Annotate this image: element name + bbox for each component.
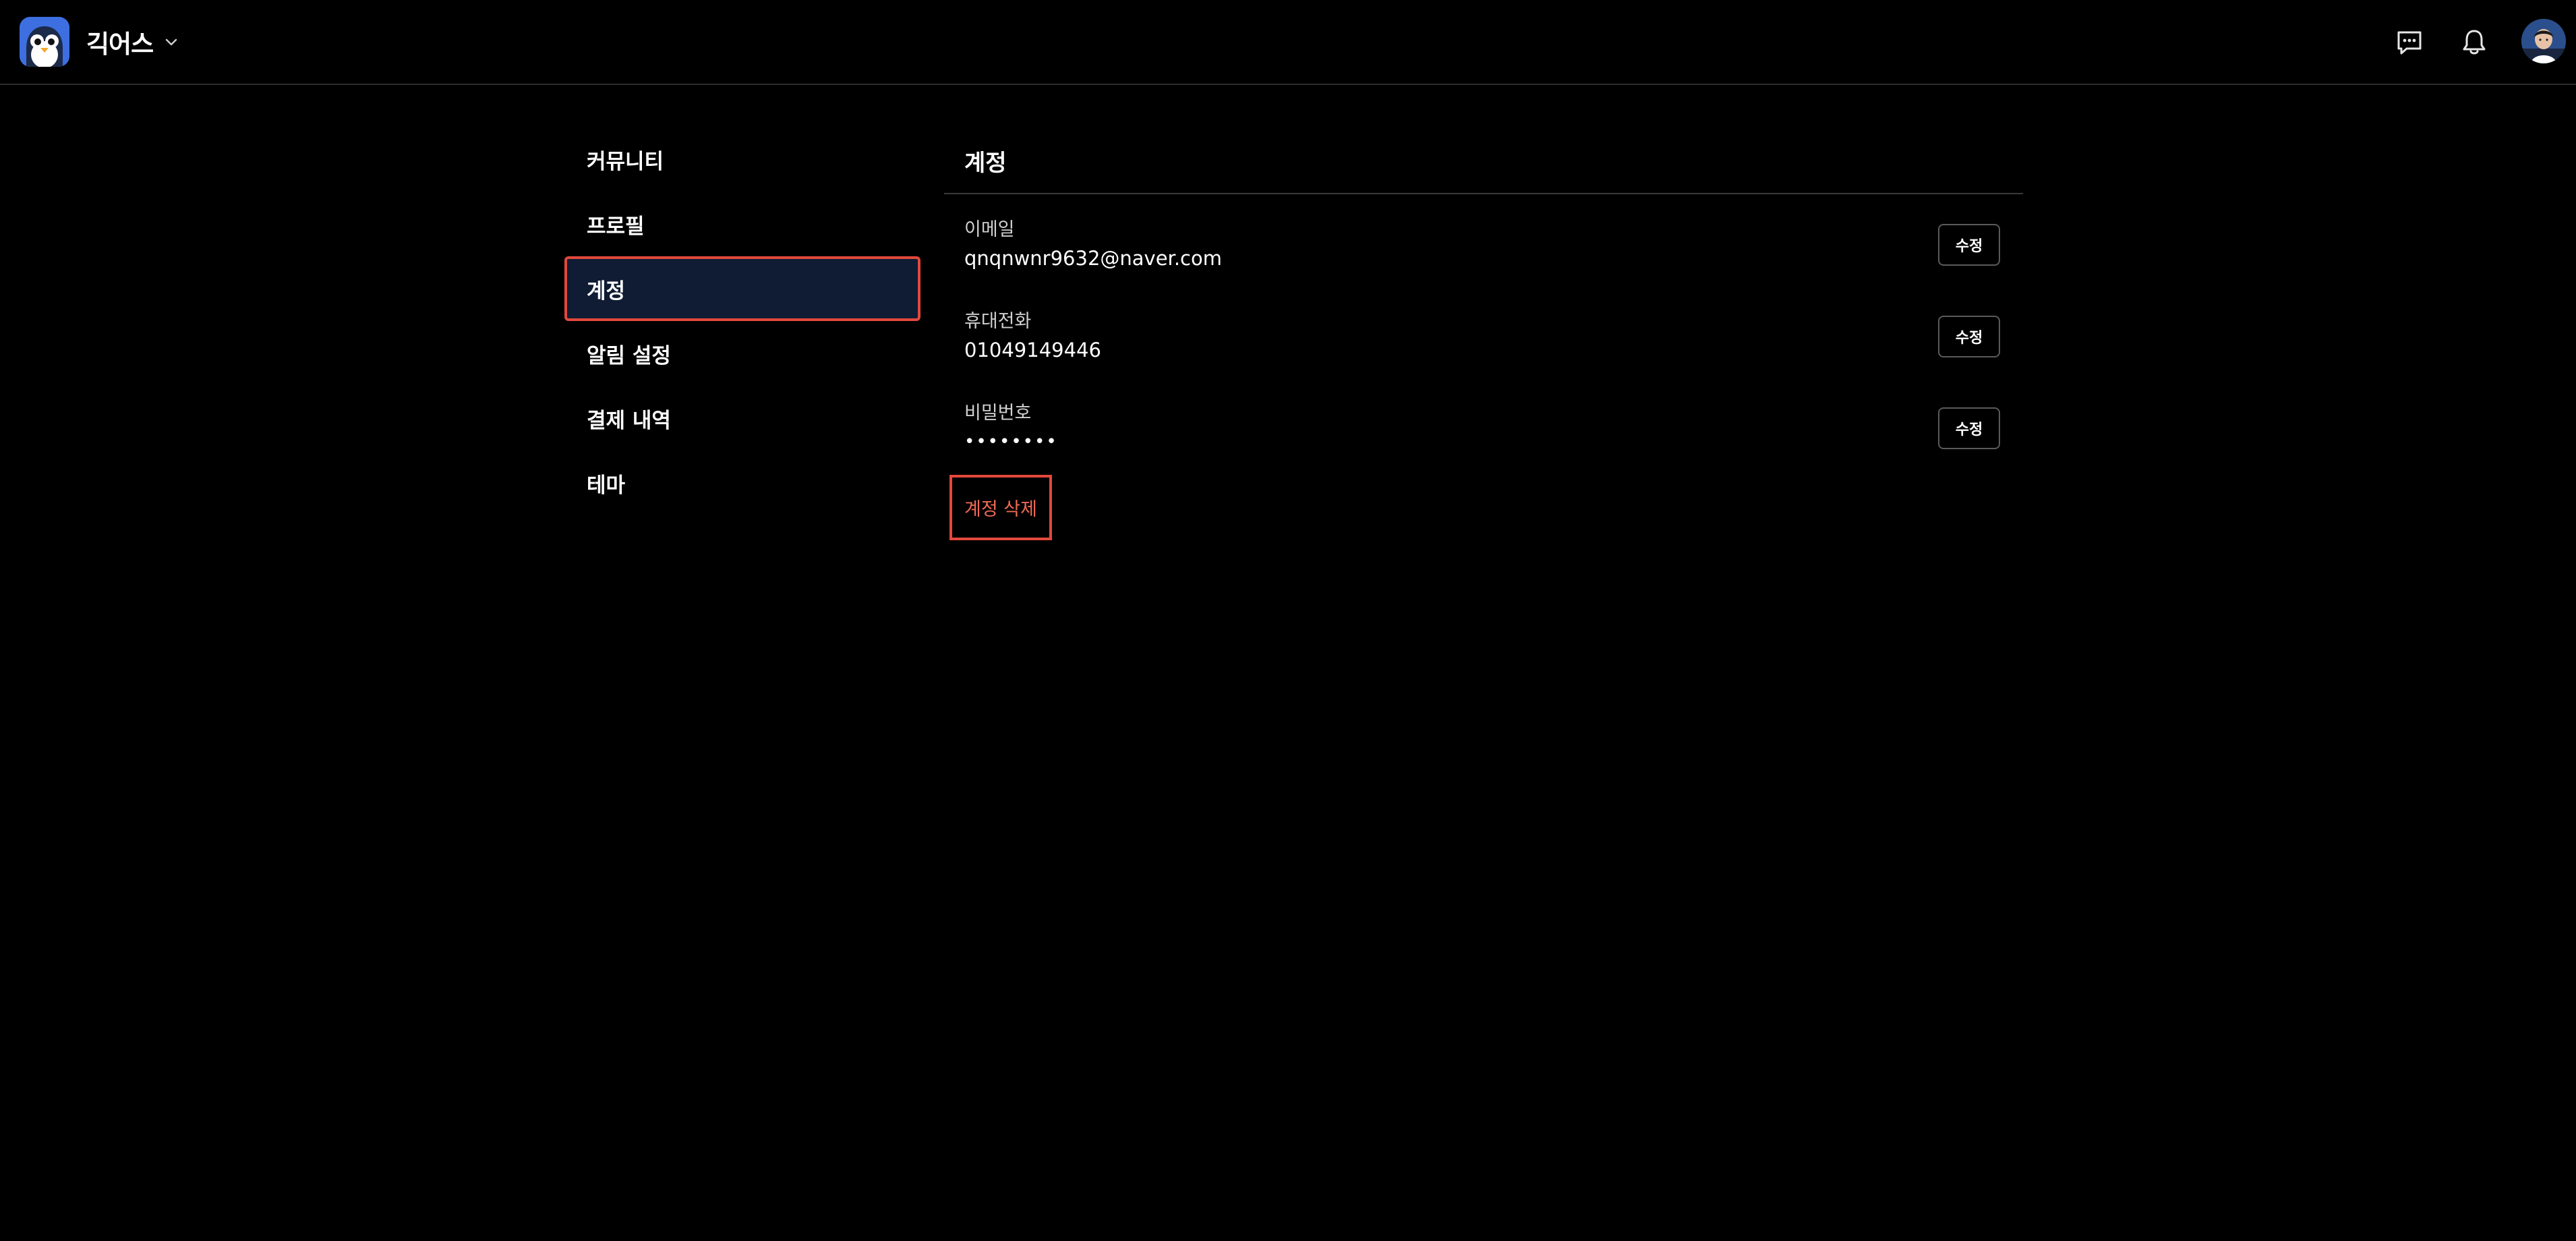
phone-row: 휴대전화 01049149446 수정	[944, 286, 2023, 378]
email-label: 이메일	[964, 219, 1015, 240]
avatar[interactable]	[2521, 19, 2566, 63]
password-row: 비밀번호 •••••••• 수정	[944, 378, 2023, 469]
phone-label: 휴대전화	[964, 311, 1032, 332]
edit-email-button[interactable]: 수정	[1938, 224, 2000, 266]
edit-phone-button[interactable]: 수정	[1938, 316, 2000, 357]
delete-account-button[interactable]: 계정 삭제	[949, 475, 1052, 540]
sidebar-item-payments[interactable]: 결제 내역	[566, 387, 919, 449]
sidebar-item-label: 커뮤니티	[587, 149, 664, 174]
email-row: 이메일 qnqnwnr9632@naver.com 수정	[944, 194, 2023, 286]
sidebar-item-label: 알림 설정	[587, 343, 671, 368]
app-switcher[interactable]: 긱어스	[86, 23, 180, 61]
bell-icon[interactable]	[2458, 26, 2490, 58]
user-avatar-icon	[2521, 19, 2566, 63]
penguin-logo-icon	[20, 17, 69, 67]
chevron-down-icon	[163, 33, 180, 51]
delete-account-label: 계정 삭제	[964, 499, 1037, 520]
sidebar-item-notifications[interactable]: 알림 설정	[566, 322, 919, 384]
account-settings-panel: 계정 이메일 qnqnwnr9632@naver.com 수정 휴대전화 010…	[944, 128, 2023, 540]
sidebar-item-label: 계정	[587, 279, 626, 304]
page-title: 계정	[964, 149, 1007, 177]
sidebar-item-label: 프로필	[587, 214, 645, 239]
sidebar-item-account[interactable]: 계정	[564, 256, 920, 321]
sidebar-item-theme[interactable]: 테마	[566, 452, 919, 514]
sidebar-item-label: 결제 내역	[587, 408, 671, 433]
app-logo[interactable]	[20, 17, 69, 67]
sidebar-item-label: 테마	[587, 473, 626, 498]
email-value: qnqnwnr9632@naver.com	[964, 247, 1222, 270]
chat-icon[interactable]	[2393, 26, 2426, 58]
password-label: 비밀번호	[964, 403, 1032, 424]
phone-value: 01049149446	[964, 339, 1101, 362]
app-name: 긱어스	[86, 30, 154, 59]
settings-sidebar: 커뮤니티 프로필 계정 알림 설정 결제 내역 테마	[564, 128, 920, 517]
sidebar-item-community[interactable]: 커뮤니티	[566, 128, 919, 190]
password-value: ••••••••	[964, 432, 1058, 452]
sidebar-item-profile[interactable]: 프로필	[566, 193, 919, 255]
top-bar: 긱어스	[0, 0, 2576, 85]
edit-password-button[interactable]: 수정	[1938, 407, 2000, 449]
